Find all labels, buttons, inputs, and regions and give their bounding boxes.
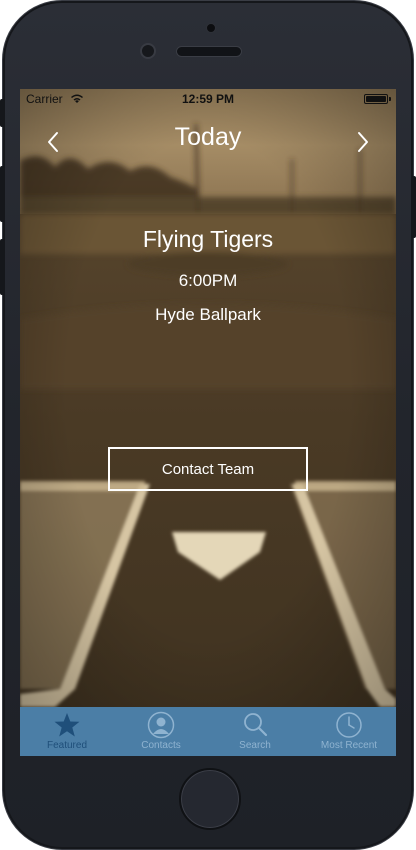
contact-team-button[interactable]: Contact Team <box>108 447 308 491</box>
event-time: 6:00PM <box>178 271 238 290</box>
chevron-right-icon[interactable] <box>348 127 378 157</box>
status-bar: Carrier 12:59 PM <box>20 89 396 109</box>
person-icon <box>147 711 175 739</box>
volume-down-button <box>0 239 4 295</box>
tab-label: Contacts <box>141 740 181 751</box>
tab-label: Featured <box>46 740 88 751</box>
star-icon <box>54 713 80 737</box>
tab-most-recent[interactable]: Most Recent <box>302 707 396 756</box>
clock-icon <box>336 712 362 738</box>
clock-label: 12:59 PM <box>181 92 235 106</box>
proximity-sensor <box>206 23 216 33</box>
event-venue: Hyde Ballpark <box>155 305 261 324</box>
home-button[interactable] <box>179 768 241 830</box>
tab-bar: Featured Contacts Search Most Recent <box>20 707 396 756</box>
tab-contacts[interactable]: Contacts <box>114 707 208 756</box>
app-screen: Carrier 12:59 PM Today Flying Tigers 6:0… <box>20 89 396 756</box>
event-team-name: Flying Tigers <box>142 226 274 252</box>
front-camera <box>140 43 156 59</box>
earpiece-speaker <box>176 46 242 57</box>
mute-switch <box>0 99 4 127</box>
battery-icon <box>364 94 391 104</box>
volume-up-button <box>0 166 4 222</box>
tab-label: Search <box>239 740 271 751</box>
tab-label: Most Recent <box>320 740 378 751</box>
power-button <box>412 176 416 238</box>
tab-search[interactable]: Search <box>208 707 302 756</box>
search-icon <box>244 713 268 737</box>
tab-featured[interactable]: Featured <box>20 707 114 756</box>
page-title: Today <box>174 123 242 151</box>
baseball-field-background <box>20 89 396 756</box>
